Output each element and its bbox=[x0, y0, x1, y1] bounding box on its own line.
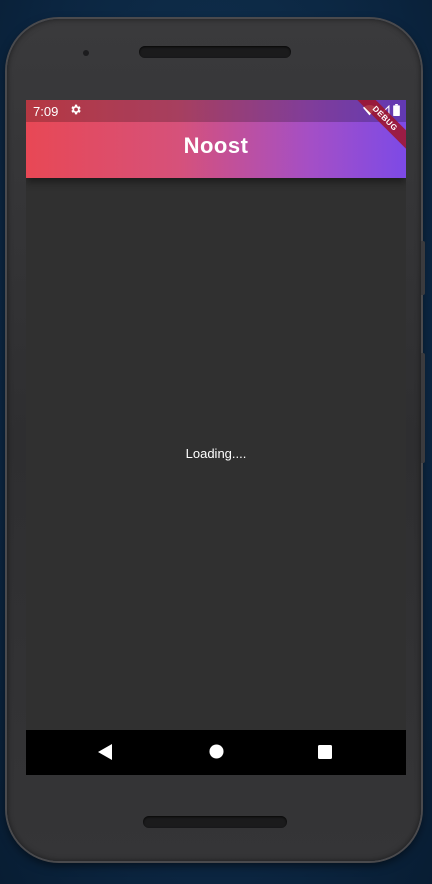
volume-button bbox=[421, 353, 425, 463]
recents-square-icon[interactable] bbox=[318, 744, 332, 763]
navigation-bar bbox=[26, 730, 406, 775]
status-time: 7:09 bbox=[33, 104, 59, 119]
top-speaker bbox=[139, 46, 291, 58]
back-triangle-icon[interactable] bbox=[98, 744, 112, 764]
battery-icon bbox=[393, 104, 400, 119]
power-button bbox=[421, 241, 425, 295]
bottom-speaker bbox=[143, 816, 287, 828]
home-circle-icon[interactable] bbox=[209, 744, 224, 763]
status-bar: 7:09 bbox=[26, 100, 406, 122]
phone-screen: Noost 7:09 DEBUG Loading.... bbox=[26, 100, 406, 775]
app-title: Noost bbox=[183, 133, 249, 158]
gear-icon bbox=[69, 103, 82, 119]
loading-text: Loading.... bbox=[185, 446, 247, 461]
front-camera bbox=[83, 50, 89, 56]
